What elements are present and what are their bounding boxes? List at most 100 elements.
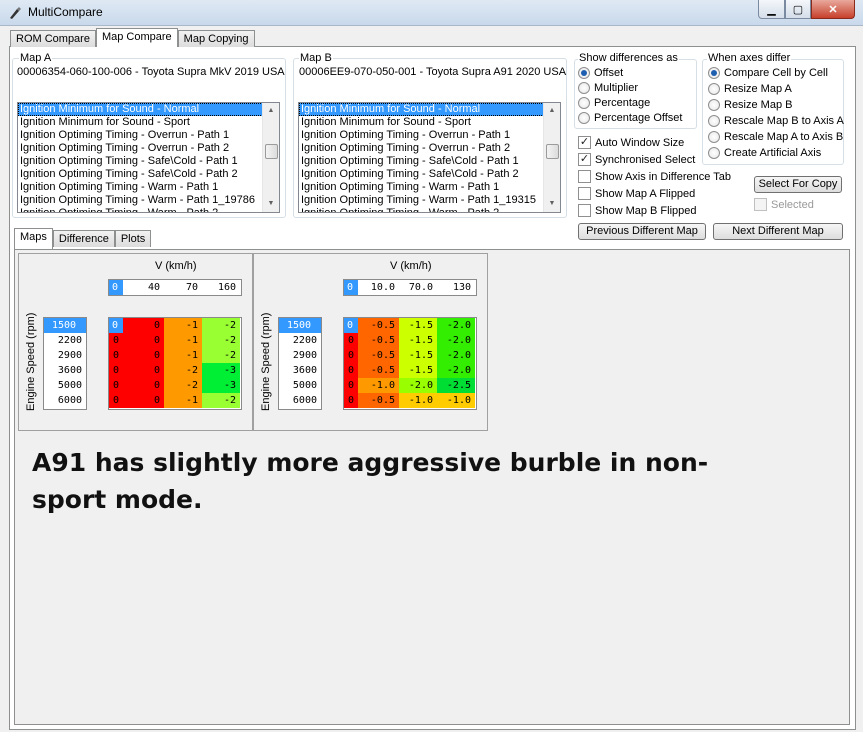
scroll-down-icon[interactable]: ▼ — [263, 196, 279, 212]
axis-cell[interactable]: 6000 — [279, 393, 321, 408]
map-cell[interactable]: -1.5 — [399, 318, 437, 333]
radio-option[interactable]: Percentage Offset — [578, 112, 682, 124]
tab-rom-compare[interactable]: ROM Compare — [10, 30, 96, 47]
previous-different-map-button[interactable]: Previous Different Map — [578, 223, 706, 240]
map-cell[interactable]: -2 — [202, 348, 240, 363]
map-cell[interactable]: 0 — [109, 348, 123, 363]
list-item[interactable]: Ignition Minimum for Sound - Sport — [18, 116, 279, 129]
map-cell[interactable]: -2 — [164, 363, 202, 378]
map-cell[interactable]: -2 — [202, 333, 240, 348]
axis-cell[interactable]: 0 — [344, 280, 358, 295]
list-item[interactable]: Ignition Optiming Timing - Warm - Path 1 — [18, 181, 279, 194]
scroll-up-icon[interactable]: ▲ — [544, 103, 560, 119]
map-cell[interactable]: -2.0 — [437, 363, 475, 378]
axis-cell[interactable]: 160 — [202, 280, 240, 295]
axis-cell[interactable]: 70.0 — [399, 280, 437, 295]
map-cell[interactable]: 0 — [109, 393, 123, 408]
map-cell[interactable]: -1.5 — [399, 348, 437, 363]
option-checkbox[interactable]: Show Map A Flipped — [578, 187, 695, 200]
map-cell[interactable]: -2 — [202, 318, 240, 333]
map-cell[interactable]: -1 — [164, 318, 202, 333]
option-checkbox[interactable]: ✓ Auto Window Size — [578, 136, 684, 149]
map-cell[interactable]: -0.5 — [358, 393, 399, 408]
tab-map-compare[interactable]: Map Compare — [95, 28, 178, 47]
axis-cell[interactable]: 130 — [437, 280, 475, 295]
option-checkbox[interactable]: Show Axis in Difference Tab — [578, 170, 731, 183]
map-cell[interactable]: 0 — [123, 363, 164, 378]
minimize-button[interactable]: ▁ — [758, 0, 785, 19]
radio-option[interactable]: Create Artificial Axis — [708, 147, 821, 159]
radio-option[interactable]: Multiplier — [578, 82, 638, 94]
map-cell[interactable]: 0 — [344, 348, 358, 363]
map-cell[interactable]: 0 — [344, 318, 358, 333]
list-item[interactable]: Ignition Optiming Timing - Overrun - Pat… — [18, 142, 279, 155]
axis-cell[interactable]: 1500 — [44, 318, 86, 333]
list-item[interactable]: Ignition Optiming Timing - Warm - Path 2 — [299, 207, 560, 212]
select-for-copy-button[interactable]: Select For Copy — [754, 176, 842, 193]
radio-option[interactable]: Resize Map B — [708, 99, 792, 111]
selected-checkbox[interactable]: Selected — [754, 198, 814, 211]
list-item[interactable]: Ignition Optiming Timing - Safe\Cold - P… — [18, 155, 279, 168]
map-cell[interactable]: 0 — [123, 378, 164, 393]
scroll-thumb[interactable] — [546, 144, 559, 159]
map-cell[interactable]: -1.5 — [399, 363, 437, 378]
tab-map-copying[interactable]: Map Copying — [177, 30, 255, 47]
tab-maps[interactable]: Maps — [14, 228, 53, 249]
axis-cell[interactable]: 40 — [123, 280, 164, 295]
map-b-list[interactable]: Ignition Minimum for Sound - Normal Ignit… — [298, 102, 561, 213]
map-cell[interactable]: -3 — [202, 363, 240, 378]
map-cell[interactable]: 0 — [109, 333, 123, 348]
map-cell[interactable]: -2 — [164, 378, 202, 393]
radio-option[interactable]: Resize Map A — [708, 83, 792, 95]
map-cell[interactable]: -1.0 — [358, 378, 399, 393]
map-cell[interactable]: 0 — [123, 318, 164, 333]
map-cell[interactable]: 0 — [123, 348, 164, 363]
axis-cell[interactable]: 10.0 — [358, 280, 399, 295]
map-cell[interactable]: 0 — [109, 318, 123, 333]
list-item[interactable]: Ignition Optiming Timing - Safe\Cold - P… — [299, 168, 560, 181]
tab-plots[interactable]: Plots — [114, 230, 152, 247]
map-cell[interactable]: -0.5 — [358, 318, 399, 333]
map-cell[interactable]: -3 — [202, 378, 240, 393]
map-cell[interactable]: -1.0 — [399, 393, 437, 408]
axis-cell[interactable]: 0 — [109, 280, 123, 295]
option-checkbox[interactable]: ✓ Synchronised Select — [578, 153, 695, 166]
map-cell[interactable]: 0 — [344, 378, 358, 393]
list-item[interactable]: Ignition Optiming Timing - Safe\Cold - P… — [299, 155, 560, 168]
next-different-map-button[interactable]: Next Different Map — [713, 223, 843, 240]
map-cell[interactable]: -2.0 — [437, 318, 475, 333]
axis-cell[interactable]: 1500 — [279, 318, 321, 333]
list-item[interactable]: Ignition Optiming Timing - Overrun - Pat… — [299, 142, 560, 155]
list-item[interactable]: Ignition Optiming Timing - Warm - Path 1… — [18, 194, 279, 207]
map-cell[interactable]: -1 — [164, 333, 202, 348]
radio-option[interactable]: Rescale Map B to Axis A — [708, 115, 844, 127]
map-cell[interactable]: -0.5 — [358, 333, 399, 348]
map-a-list[interactable]: Ignition Minimum for Sound - Normal Ignit… — [17, 102, 280, 213]
close-button[interactable]: ✕ — [811, 0, 855, 19]
scroll-down-icon[interactable]: ▼ — [544, 196, 560, 212]
axis-cell[interactable]: 70 — [164, 280, 202, 295]
list-item[interactable]: Ignition Minimum for Sound - Normal — [18, 103, 279, 116]
map-cell[interactable]: -2.0 — [399, 378, 437, 393]
scroll-up-icon[interactable]: ▲ — [263, 103, 279, 119]
map-cell[interactable]: 0 — [344, 393, 358, 408]
map-b-scrollbar[interactable]: ▲ ▼ — [543, 103, 560, 212]
list-item[interactable]: Ignition Optiming Timing - Warm - Path 1… — [299, 194, 560, 207]
list-item[interactable]: Ignition Optiming Timing - Warm - Path 2 — [18, 207, 279, 212]
radio-option[interactable]: Compare Cell by Cell — [708, 67, 828, 79]
list-item[interactable]: Ignition Minimum for Sound - Sport — [299, 116, 560, 129]
list-item[interactable]: Ignition Minimum for Sound - Normal — [299, 103, 560, 116]
map-cell[interactable]: 0 — [109, 363, 123, 378]
axis-cell[interactable]: 3600 — [279, 363, 321, 378]
list-item[interactable]: Ignition Optiming Timing - Overrun - Pat… — [299, 129, 560, 142]
radio-option[interactable]: Rescale Map A to Axis B — [708, 131, 843, 143]
axis-cell[interactable]: 2900 — [279, 348, 321, 363]
map-cell[interactable]: -1 — [164, 348, 202, 363]
axis-cell[interactable]: 6000 — [44, 393, 86, 408]
radio-option[interactable]: Percentage — [578, 97, 650, 109]
axis-cell[interactable]: 5000 — [44, 378, 86, 393]
axis-cell[interactable]: 2200 — [44, 333, 86, 348]
map-a-scrollbar[interactable]: ▲ ▼ — [262, 103, 279, 212]
map-cell[interactable]: -2.5 — [437, 378, 475, 393]
map-cell[interactable]: -1.0 — [437, 393, 475, 408]
